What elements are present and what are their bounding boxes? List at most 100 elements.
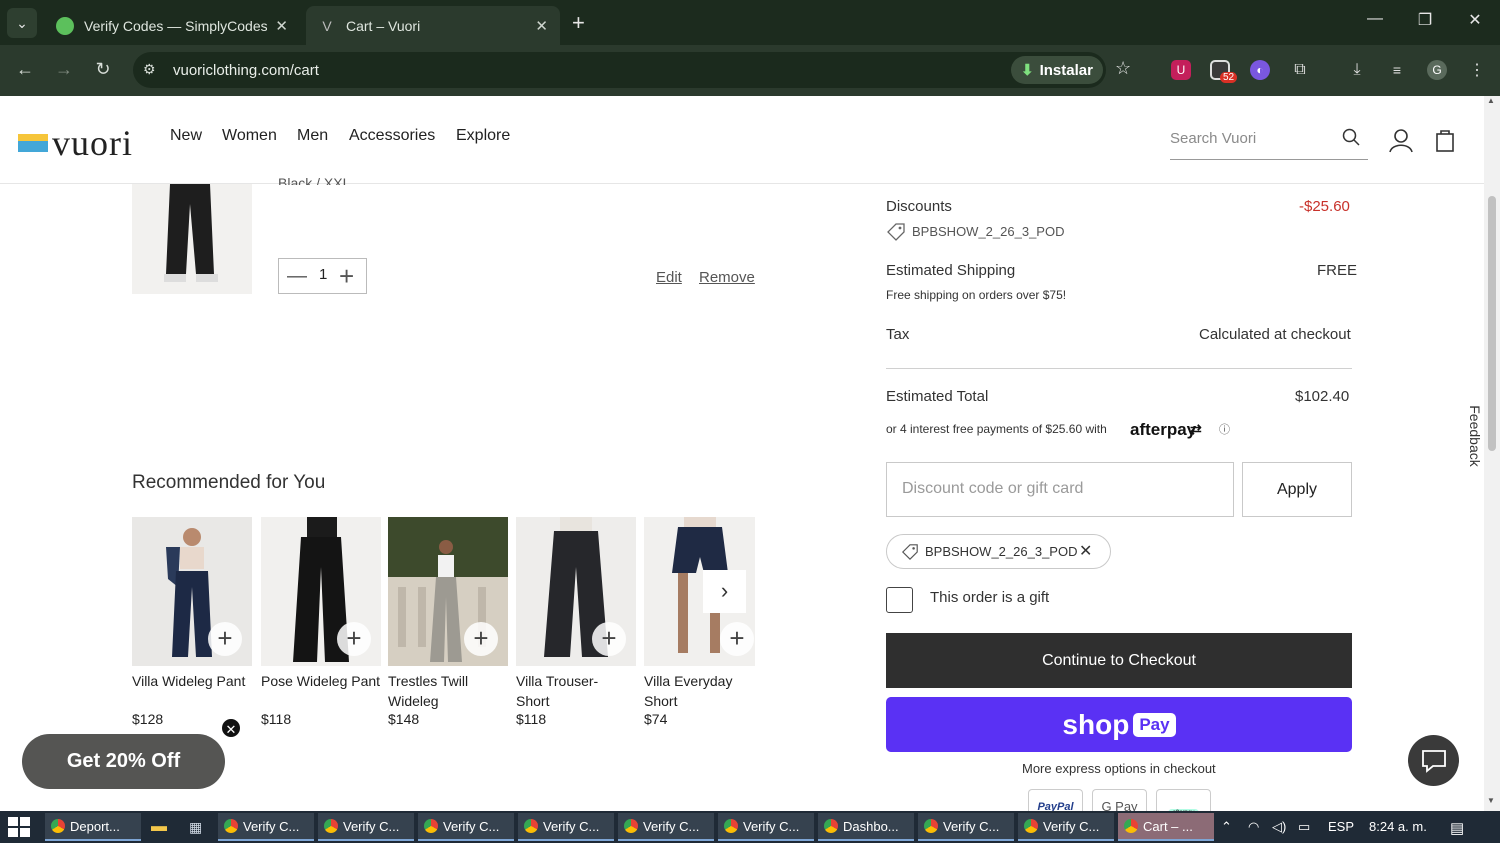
taskbar-item[interactable]: Verify C... — [418, 813, 514, 841]
page-scrollbar[interactable]: ▲ ▼ — [1484, 96, 1500, 811]
close-window-icon[interactable]: ✕ — [1460, 10, 1490, 30]
product-name[interactable]: Pose Wideleg Pant — [261, 671, 381, 691]
quantity-value[interactable]: 1 — [319, 266, 327, 283]
wifi-icon[interactable]: ◠ — [1248, 819, 1259, 835]
search-icon[interactable] — [1342, 128, 1360, 146]
quick-add-icon[interactable]: + — [464, 622, 498, 656]
minimize-icon[interactable]: — — [1360, 10, 1390, 28]
nav-accessories[interactable]: Accessories — [349, 127, 435, 145]
forward-icon[interactable]: → — [51, 59, 77, 80]
shop-pay-button[interactable]: shop Pay — [886, 697, 1352, 752]
start-icon[interactable] — [8, 817, 30, 837]
downloads-icon[interactable]: ⤓ — [1347, 60, 1367, 80]
paypal-option[interactable]: PayPal — [1028, 789, 1083, 811]
quick-add-icon[interactable]: + — [208, 622, 242, 656]
taskbar-file-explorer[interactable]: ▬ — [145, 813, 181, 841]
product-card-image[interactable]: + — [388, 517, 508, 666]
battery-icon[interactable]: ▭ — [1298, 819, 1310, 835]
taskbar-item[interactable]: Dashbo... — [818, 813, 914, 841]
express-options-text: More express options in checkout — [1022, 761, 1216, 776]
get-20-off-button[interactable]: Get 20% Off — [22, 734, 225, 789]
nav-men[interactable]: Men — [297, 127, 328, 145]
restore-icon[interactable]: ❐ — [1410, 10, 1440, 30]
product-name[interactable]: Villa Trouser-Short — [516, 671, 606, 711]
reload-icon[interactable]: ↻ — [90, 59, 116, 80]
product-name[interactable]: Villa Everyday Short — [644, 671, 744, 711]
shopping-bag-icon[interactable] — [1434, 127, 1456, 153]
site-info-icon[interactable]: ⚙ — [143, 61, 156, 78]
taskbar-calculator[interactable]: ▦ — [183, 813, 213, 841]
afterpay-logo: afterpay — [1130, 420, 1197, 439]
taskbar-item[interactable]: Verify C... — [218, 813, 314, 841]
gift-label[interactable]: This order is a gift — [930, 589, 1049, 606]
taskbar-item[interactable]: Verify C... — [918, 813, 1014, 841]
product-name[interactable]: Trestles Twill Wideleg — [388, 671, 478, 711]
tab-search-button[interactable]: ⌄ — [7, 8, 37, 38]
nav-new[interactable]: New — [170, 127, 202, 145]
product-card-image[interactable]: + — [516, 517, 636, 666]
taskbar-item[interactable]: Verify C... — [618, 813, 714, 841]
close-tab-icon[interactable]: ✕ — [275, 17, 288, 35]
info-icon[interactable]: ⓘ — [1219, 421, 1230, 437]
clock[interactable]: 8:24 a. m. — [1369, 819, 1427, 834]
tab-verify-codes[interactable]: Verify Codes — SimplyCodes ✕ — [44, 6, 300, 45]
back-icon[interactable]: ← — [12, 59, 38, 80]
chevron-right-icon: › — [720, 578, 729, 603]
close-tab-icon[interactable]: ✕ — [535, 17, 548, 35]
taskbar-item-active[interactable]: Cart – ... — [1118, 813, 1214, 841]
notifications-icon[interactable]: ▤ — [1450, 819, 1464, 837]
chrome-menu-icon[interactable]: ⋮ — [1467, 60, 1487, 80]
media-controls-icon[interactable]: ≡ — [1387, 60, 1407, 80]
carousel-next-button[interactable]: › — [703, 570, 746, 613]
scroll-down-icon[interactable]: ▼ — [1487, 796, 1495, 805]
taskbar-item[interactable]: Deport... — [45, 813, 141, 841]
edit-item-link[interactable]: Edit — [656, 269, 682, 286]
profile-avatar[interactable]: G — [1427, 60, 1447, 80]
install-app-button[interactable]: ⬇ Instalar — [1011, 56, 1103, 84]
feedback-tab[interactable]: Feedback — [1467, 401, 1483, 471]
language-indicator[interactable]: ESP — [1328, 819, 1354, 834]
scroll-up-icon[interactable]: ▲ — [1487, 96, 1495, 105]
tab-title: Cart – Vuori — [346, 17, 421, 34]
taskbar-item[interactable]: Verify C... — [718, 813, 814, 841]
cart-item-image[interactable] — [132, 184, 252, 294]
continue-to-checkout-button[interactable]: Continue to Checkout — [886, 633, 1352, 688]
quick-add-icon[interactable]: + — [337, 622, 371, 656]
nav-women[interactable]: Women — [222, 127, 277, 145]
ublock-extension-icon[interactable]: U — [1171, 60, 1191, 80]
close-promo-icon[interactable]: ✕ — [220, 717, 242, 739]
remove-item-link[interactable]: Remove — [699, 269, 755, 286]
increase-quantity-icon[interactable]: + — [339, 261, 354, 292]
search-input[interactable]: Search Vuori — [1170, 124, 1368, 160]
bookmark-star-icon[interactable]: ☆ — [1115, 58, 1131, 79]
nav-explore[interactable]: Explore — [456, 127, 510, 145]
scrollbar-thumb[interactable] — [1488, 196, 1496, 451]
taskbar-item[interactable]: Verify C... — [518, 813, 614, 841]
vuori-logo[interactable]: vuori — [18, 122, 133, 164]
extension-icon[interactable]: 52 — [1210, 60, 1238, 83]
extension-circle-icon[interactable]: ◐ — [1250, 60, 1270, 80]
quick-add-icon[interactable]: + — [720, 622, 754, 656]
discount-code-input[interactable]: Discount code or gift card — [886, 462, 1234, 517]
remove-code-icon[interactable]: ✕ — [1079, 541, 1092, 561]
tray-chevron-icon[interactable]: ⌃ — [1221, 819, 1232, 835]
url-text[interactable]: vuoriclothing.com/cart — [173, 62, 319, 79]
extensions-puzzle-icon[interactable]: ⧉ — [1290, 60, 1310, 80]
new-tab-icon[interactable]: + — [572, 10, 585, 36]
google-pay-option[interactable]: G Pay — [1092, 789, 1147, 811]
taskbar-item[interactable]: Verify C... — [318, 813, 414, 841]
product-card-image[interactable]: + — [261, 517, 381, 666]
tab-cart-vuori[interactable]: V Cart – Vuori ✕ — [306, 6, 560, 45]
gift-checkbox[interactable] — [886, 587, 913, 613]
chat-button[interactable] — [1408, 735, 1459, 786]
quick-add-icon[interactable]: + — [592, 622, 626, 656]
decrease-quantity-icon[interactable]: — — [287, 265, 307, 288]
product-name[interactable]: Villa Wideleg Pant — [132, 671, 252, 691]
apply-button[interactable]: Apply — [1242, 462, 1352, 517]
address-bar[interactable]: ⚙ vuoriclothing.com/cart ⬇ Instalar ☆ — [133, 52, 1131, 88]
account-icon[interactable] — [1388, 127, 1414, 153]
volume-icon[interactable]: ◁) — [1272, 819, 1286, 835]
product-card-image[interactable]: + — [132, 517, 252, 666]
afterpay-option[interactable]: afterpay — [1156, 789, 1211, 811]
taskbar-item[interactable]: Verify C... — [1018, 813, 1114, 841]
